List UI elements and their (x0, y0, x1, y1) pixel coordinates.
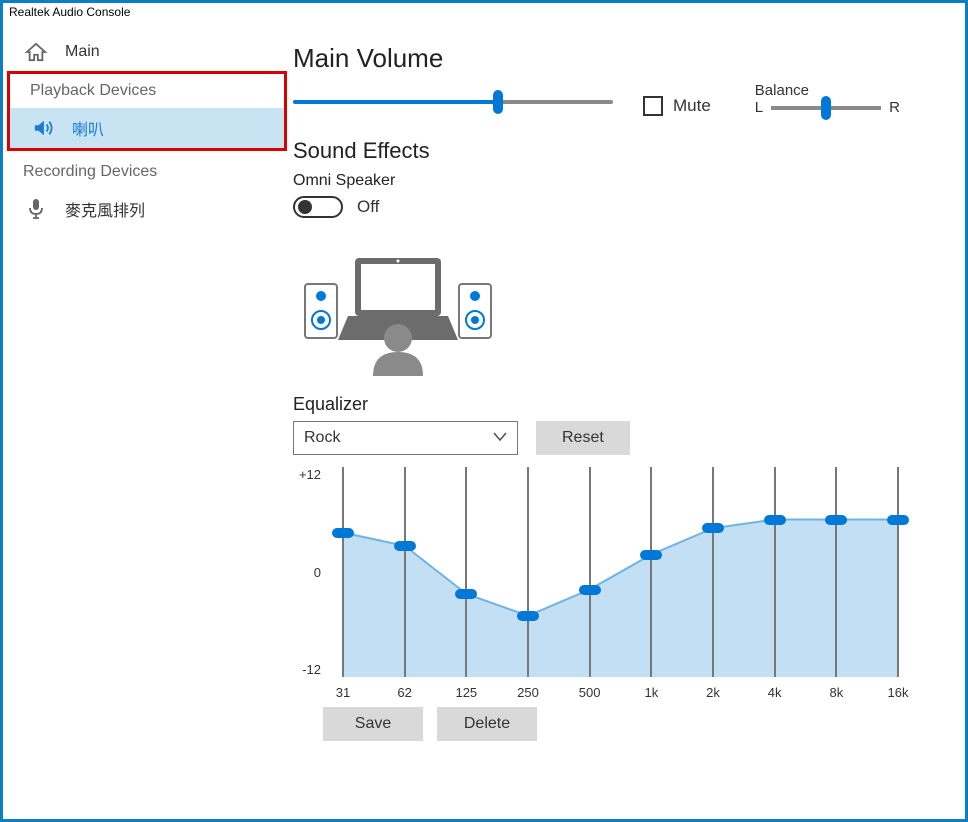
balance-label: Balance (755, 82, 809, 99)
balance-left-label: L (755, 99, 763, 116)
eq-band-slider[interactable] (589, 467, 591, 677)
eq-band-thumb[interactable] (887, 515, 909, 525)
eq-band-freq-label: 16k (888, 685, 909, 700)
equalizer-reset-button[interactable]: Reset (536, 421, 630, 455)
equalizer-title: Equalizer (293, 394, 925, 415)
sidebar-item-microphone[interactable]: 麥克風排列 (3, 189, 293, 229)
equalizer-graph: +12 0 -12 31621252505001k2k4k8k16k Save … (293, 467, 918, 727)
sidebar-recording-header: Recording Devices (3, 151, 293, 189)
eq-y-min: -12 (302, 662, 321, 677)
eq-band-slider[interactable] (712, 467, 714, 677)
sidebar-main-label: Main (65, 43, 100, 61)
balance-slider[interactable] (771, 106, 881, 110)
eq-band-thumb[interactable] (517, 611, 539, 621)
main-volume-slider[interactable] (293, 88, 613, 116)
window-title: Realtek Audio Console (3, 3, 965, 19)
sidebar: Main Playback Devices 喇叭 Recording Devic… (3, 19, 293, 819)
eq-band-freq-label: 250 (517, 685, 539, 700)
sidebar-item-main[interactable]: Main (3, 33, 293, 71)
sidebar-playback-header: Playback Devices (10, 76, 284, 108)
sidebar-item-speakers[interactable]: 喇叭 (10, 108, 284, 148)
main-volume-title: Main Volume (293, 43, 925, 74)
balance-right-label: R (889, 99, 900, 116)
sidebar-mic-label: 麥克風排列 (65, 197, 145, 221)
microphone-icon (23, 198, 49, 220)
eq-band-thumb[interactable] (640, 550, 662, 560)
eq-band-freq-label: 125 (455, 685, 477, 700)
eq-band-thumb[interactable] (579, 585, 601, 595)
eq-band-thumb[interactable] (825, 515, 847, 525)
eq-y-max: +12 (299, 467, 321, 482)
sidebar-speakers-label: 喇叭 (72, 116, 104, 140)
eq-band-slider[interactable] (897, 467, 899, 677)
eq-band-freq-label: 31 (336, 685, 350, 700)
chevron-down-icon (493, 429, 507, 447)
omni-speaker-label: Omni Speaker (293, 172, 925, 190)
eq-band-thumb[interactable] (332, 528, 354, 538)
eq-band-freq-label: 62 (397, 685, 411, 700)
eq-band-thumb[interactable] (455, 589, 477, 599)
setup-illustration (293, 228, 503, 378)
eq-band-slider[interactable] (404, 467, 406, 677)
content: Main Volume Mute Balance L (293, 19, 965, 819)
eq-band-slider[interactable] (774, 467, 776, 677)
equalizer-preset-value: Rock (304, 429, 340, 447)
equalizer-delete-button[interactable]: Delete (437, 707, 537, 741)
sound-effects-title: Sound Effects (293, 138, 925, 164)
balance-thumb[interactable] (821, 96, 831, 120)
eq-band-thumb[interactable] (764, 515, 786, 525)
mute-checkbox[interactable] (643, 96, 663, 116)
eq-band-slider[interactable] (835, 467, 837, 677)
eq-band-freq-label: 2k (706, 685, 720, 700)
eq-band-freq-label: 500 (579, 685, 601, 700)
omni-speaker-state: Off (357, 197, 379, 217)
main-volume-thumb[interactable] (493, 90, 503, 114)
equalizer-preset-select[interactable]: Rock (293, 421, 518, 455)
eq-band-slider[interactable] (465, 467, 467, 677)
eq-band-freq-label: 4k (768, 685, 782, 700)
omni-speaker-toggle[interactable] (293, 196, 343, 218)
speaker-icon (30, 117, 56, 139)
eq-band-slider[interactable] (650, 467, 652, 677)
eq-band-thumb[interactable] (394, 541, 416, 551)
eq-band-freq-label: 8k (829, 685, 843, 700)
mute-label: Mute (673, 96, 711, 116)
playback-highlight: Playback Devices 喇叭 (7, 71, 287, 151)
eq-band-thumb[interactable] (702, 523, 724, 533)
eq-y-mid: 0 (314, 565, 321, 580)
equalizer-save-button[interactable]: Save (323, 707, 423, 741)
home-icon (23, 41, 49, 63)
eq-band-slider[interactable] (342, 467, 344, 677)
eq-band-freq-label: 1k (644, 685, 658, 700)
eq-band-slider[interactable] (527, 467, 529, 677)
